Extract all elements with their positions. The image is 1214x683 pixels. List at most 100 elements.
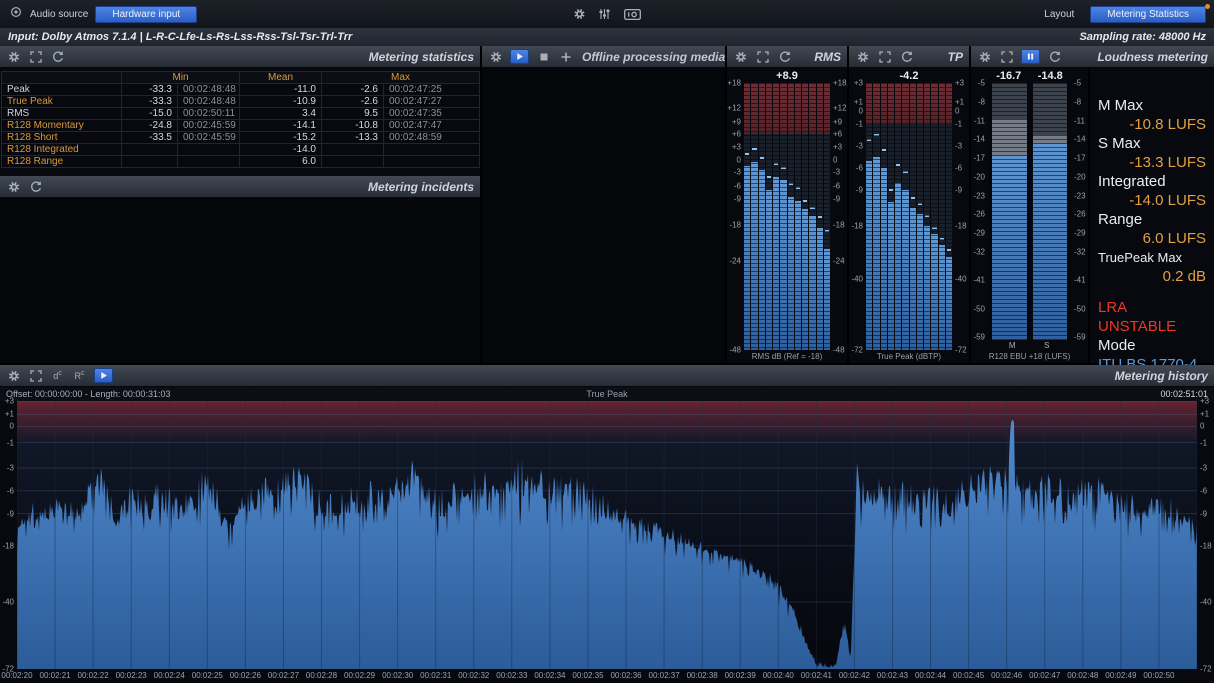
scale-tick-label: +9 — [732, 117, 741, 126]
scale-tick-label: -5 — [978, 79, 985, 88]
scale-tick-label: -18 — [833, 220, 845, 229]
gear-icon[interactable] — [572, 7, 587, 22]
scale-tick-label: -8 — [978, 97, 985, 106]
top-toolbar: Audio source Hardware input Layout Meter… — [0, 0, 1214, 28]
meter-channel — [817, 83, 823, 350]
add-button[interactable] — [558, 49, 573, 64]
gear-icon[interactable] — [855, 49, 870, 64]
time-axis-label: 00:02:41 — [801, 671, 832, 680]
stat-cell — [178, 144, 240, 156]
fullscreen-icon[interactable] — [999, 49, 1014, 64]
scale-tick-label: -17 — [1074, 154, 1086, 163]
shortterm-value: -14.8 — [1030, 70, 1072, 82]
loudness-bar — [1033, 83, 1068, 340]
stat-cell: R128 Integrated — [2, 144, 122, 156]
scale-tick-label: -8 — [1074, 97, 1081, 106]
fullscreen-icon[interactable] — [28, 368, 43, 383]
fullscreen-icon[interactable] — [877, 49, 892, 64]
scale-tick-label: +18 — [833, 79, 847, 88]
stat-cell: 00:02:48:48 — [178, 84, 240, 96]
pause-button[interactable] — [1021, 49, 1040, 64]
meter-channel — [795, 83, 801, 350]
scale-tick-label: +1 — [854, 97, 863, 106]
stats-panel-title: Metering statistics — [369, 50, 474, 64]
refresh-icon[interactable] — [28, 179, 43, 194]
time-axis-label: 00:02:31 — [420, 671, 451, 680]
history-time-axis: 00:02:2000:02:2100:02:2200:02:2300:02:24… — [0, 669, 1214, 683]
play-button[interactable] — [94, 368, 113, 383]
history-plot-area[interactable] — [17, 401, 1197, 669]
scale-tick-label: +3 — [5, 397, 14, 406]
stat-row: R128 Momentary-24.800:02:45:59-14.1-10.8… — [2, 120, 480, 132]
metering-statistics-button[interactable]: Metering Statistics — [1090, 6, 1206, 23]
stat-cell: 00:02:50:11 — [178, 108, 240, 120]
tp-scale-left: +3+10-1-3-6-9-18-40-72 — [849, 83, 866, 350]
history-scale-right: +3+10-1-3-6-9-18-40-72 — [1197, 401, 1214, 669]
audio-source-icon-slot — [8, 5, 23, 24]
fullscreen-icon[interactable] — [755, 49, 770, 64]
io-routing-icon[interactable] — [622, 7, 643, 22]
metering-history-panel: dcRc Metering history Offset: 00:00:00:0… — [0, 365, 1214, 683]
stat-cell — [122, 144, 178, 156]
stat-cell: R128 Range — [2, 156, 122, 168]
stat-cell: -2.6 — [322, 96, 384, 108]
rms-panel-title: RMS — [814, 50, 841, 64]
hardware-input-button[interactable]: Hardware input — [95, 6, 197, 23]
toolbar-right-group: Layout Metering Statistics — [1044, 6, 1206, 23]
stat-row: R128 Integrated -14.0 — [2, 144, 480, 156]
scale-tick-label: -1 — [7, 438, 14, 447]
scale-tick-label: 0 — [859, 107, 863, 116]
gear-icon[interactable] — [6, 179, 21, 194]
stat-row: R128 Short-33.500:02:45:59-15.2-13.300:0… — [2, 132, 480, 144]
scale-tick-label: -59 — [1074, 333, 1086, 342]
stat-cell: -15.2 — [240, 132, 322, 144]
time-axis-label: 00:02:29 — [344, 671, 375, 680]
meter-channel — [766, 83, 772, 350]
stat-cell: 00:02:47:47 — [384, 120, 480, 132]
scale-tick-label: -29 — [973, 229, 985, 238]
gear-icon[interactable] — [488, 49, 503, 64]
input-info-bar: Input: Dolby Atmos 7.1.4 | L-R-C-Lfe-Ls-… — [0, 28, 1214, 46]
loudness-items: M Max-10.8 LUFSS Max-13.3 LUFSIntegrated… — [1098, 96, 1206, 286]
refresh-icon[interactable] — [1047, 49, 1062, 64]
rms-scale-left: +18+12+9+6+30-3-6-9-18-24-48 — [727, 83, 744, 350]
tp-panel-title: TP — [948, 50, 963, 64]
stat-cell: 00:02:47:25 — [384, 84, 480, 96]
time-axis-label: 00:02:24 — [154, 671, 185, 680]
play-button[interactable] — [510, 49, 529, 64]
dc-icon[interactable]: dc — [50, 368, 65, 383]
stat-cell: -33.5 — [122, 132, 178, 144]
audio-source-icon[interactable] — [8, 5, 23, 20]
time-axis-label: 00:02:22 — [78, 671, 109, 680]
audio-source-button[interactable]: Audio source — [30, 9, 88, 20]
stop-button[interactable] — [536, 49, 551, 64]
time-axis-label: 00:02:23 — [116, 671, 147, 680]
history-info-bar: Offset: 00:00:00:00 - Length: 00:00:31:0… — [0, 387, 1214, 401]
refresh-icon[interactable] — [777, 49, 792, 64]
scale-tick-label: -11 — [974, 116, 985, 125]
faders-icon[interactable] — [597, 7, 612, 22]
stat-row: RMS-15.000:02:50:113.49.500:02:47:35 — [2, 108, 480, 120]
gear-icon[interactable] — [6, 368, 21, 383]
scale-tick-label: -48 — [833, 346, 845, 355]
metering-history-plot[interactable] — [17, 401, 1197, 669]
gear-icon[interactable] — [977, 49, 992, 64]
stat-cell: 6.0 — [240, 156, 322, 168]
time-axis-label: 00:02:25 — [192, 671, 223, 680]
gear-icon[interactable] — [6, 49, 21, 64]
refresh-icon[interactable] — [50, 49, 65, 64]
fullscreen-icon[interactable] — [28, 49, 43, 64]
stat-cell: -14.0 — [240, 144, 322, 156]
scale-tick-label: -11 — [1074, 116, 1085, 125]
scale-tick-label: -18 — [1200, 541, 1212, 550]
gear-icon[interactable] — [733, 49, 748, 64]
time-axis-label: 00:02:21 — [39, 671, 70, 680]
rc-icon[interactable]: Rc — [72, 368, 87, 383]
toolbar-center-icons — [572, 7, 643, 22]
layout-button[interactable]: Layout — [1044, 9, 1074, 20]
time-axis-label: 00:02:49 — [1105, 671, 1136, 680]
meter-channel — [780, 83, 786, 350]
refresh-icon[interactable] — [899, 49, 914, 64]
loudness-meter-caption: R128 EBU +18 (LUFS) — [971, 350, 1088, 363]
main-area: Metering statistics MinMeanMaxPeak-33.30… — [0, 46, 1214, 363]
